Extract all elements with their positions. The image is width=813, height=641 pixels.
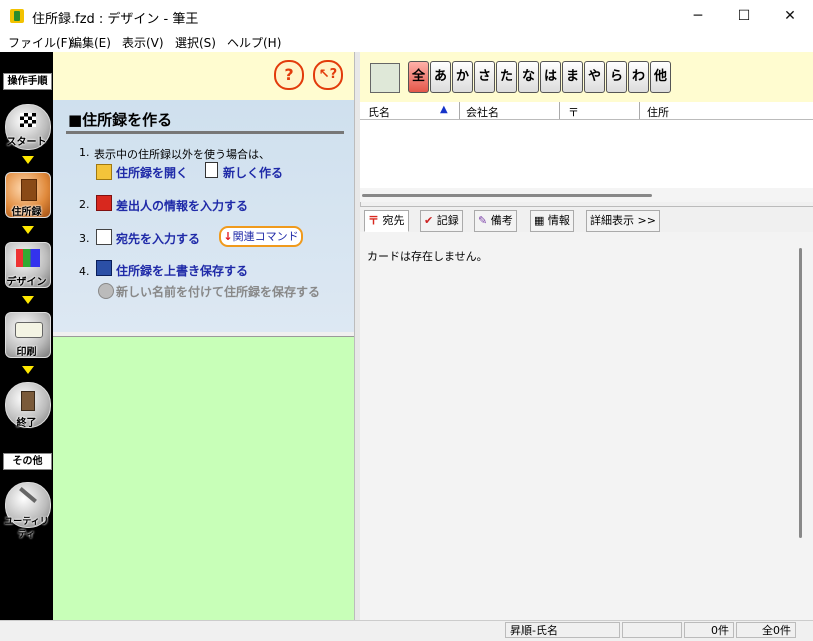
related-commands-button[interactable]: ↓関連コマンド <box>219 226 303 247</box>
vertical-scroll-thumb[interactable] <box>799 248 802 538</box>
address-card-icon[interactable] <box>370 63 400 93</box>
card-panel <box>360 232 813 620</box>
column-name[interactable]: 氏名 <box>368 104 390 120</box>
menu-view[interactable]: 表示(V) <box>122 34 164 51</box>
arrow-down-icon: ↓ <box>223 230 233 243</box>
kana-ma-button[interactable]: ま <box>562 61 583 93</box>
column-divider[interactable] <box>559 102 560 119</box>
notes-pen-icon: ✎ <box>478 214 488 227</box>
menu-help[interactable]: ヘルプ(H) <box>227 34 281 51</box>
sidebar-label-print: 印刷 <box>16 347 37 358</box>
new-document-icon <box>205 162 218 178</box>
kana-ra-button[interactable]: ら <box>606 61 627 93</box>
tab-detail-view[interactable]: 詳細表示 >> <box>586 210 660 232</box>
sidebar-label-address-book: 住所録 <box>11 207 42 218</box>
step1-text: 表示中の住所録以外を使う場合は、 <box>94 148 270 161</box>
column-address[interactable]: 住所 <box>647 104 669 120</box>
save-as-link[interactable]: 新しい名前を付けて住所録を保存する <box>116 283 320 300</box>
sidebar-header-procedure: 操作手順 <box>3 73 52 90</box>
close-button[interactable]: ✕ <box>767 0 813 32</box>
kana-all-button[interactable]: 全 <box>408 61 429 93</box>
arrow-down-icon <box>22 366 34 374</box>
tab-notes-label: 備考 <box>490 214 513 227</box>
kana-ta-button[interactable]: た <box>496 61 517 93</box>
tab-info[interactable]: ▦ 情報 <box>530 210 574 232</box>
menu-edit[interactable]: 編集(E) <box>70 34 111 51</box>
arrow-down-icon <box>22 156 34 164</box>
column-company[interactable]: 会社名 <box>466 104 499 120</box>
open-address-book-link[interactable]: 住所録を開く <box>116 164 188 181</box>
left-bottom-panel <box>53 336 354 621</box>
sidebar-label-design: デザイン <box>6 277 47 288</box>
maximize-button[interactable]: ☐ <box>721 0 767 32</box>
app-icon <box>10 9 24 23</box>
tab-address-label: 宛先 <box>382 214 405 227</box>
column-divider[interactable] <box>459 102 460 119</box>
address-list[interactable] <box>360 120 813 188</box>
tab-address[interactable]: 〒 宛先 <box>364 210 409 232</box>
arrow-down-icon <box>22 296 34 304</box>
design-palette-icon <box>16 249 40 267</box>
sender-info-link[interactable]: 差出人の情報を入力する <box>116 197 248 214</box>
printer-icon <box>15 322 43 338</box>
tab-info-label: 情報 <box>547 214 570 227</box>
save-disk-icon <box>96 260 112 276</box>
list-header <box>360 102 813 120</box>
kana-wa-button[interactable]: わ <box>628 61 649 93</box>
empty-card-message: カードは存在しません。 <box>367 250 488 263</box>
tab-record-label: 記録 <box>436 214 459 227</box>
kana-ya-button[interactable]: や <box>584 61 605 93</box>
status-total: 全0件 <box>736 622 796 638</box>
enter-address-link[interactable]: 宛先を入力する <box>116 230 200 247</box>
tools-icon <box>19 487 37 503</box>
folder-open-icon <box>96 164 112 180</box>
sidebar-label-start: スタート <box>6 137 47 148</box>
kana-na-button[interactable]: な <box>518 61 539 93</box>
minimize-button[interactable]: ─ <box>675 0 721 32</box>
menu-file[interactable]: ファイル(F) <box>8 34 72 51</box>
title-bar: 住所録.fzd : デザイン - 筆王 ─ ☐ ✕ <box>0 0 813 32</box>
related-commands-label: 関連コマンド <box>232 230 299 243</box>
column-postal[interactable]: 〒 <box>568 104 579 120</box>
status-sort-order: 昇順-氏名 <box>505 622 620 638</box>
address-book-icon <box>21 179 37 201</box>
help-button[interactable]: ? <box>274 60 304 90</box>
guide-divider <box>66 131 344 134</box>
kana-sa-button[interactable]: さ <box>474 61 495 93</box>
address-entry-icon <box>96 229 112 245</box>
step4-number: 4. <box>79 265 90 278</box>
pointer-help-button[interactable]: ↖? <box>313 60 343 90</box>
sort-ascending-icon: ▲ <box>440 104 448 115</box>
step2-number: 2. <box>79 198 90 211</box>
status-count: 0件 <box>684 622 734 638</box>
kana-ha-button[interactable]: は <box>540 61 561 93</box>
arrow-down-icon <box>22 226 34 234</box>
horizontal-scroll-thumb[interactable] <box>362 194 652 197</box>
step3-number: 3. <box>79 232 90 245</box>
sender-icon <box>96 195 112 211</box>
kana-ka-button[interactable]: か <box>452 61 473 93</box>
guide-title: ■住所録を作る <box>68 111 173 129</box>
menu-bar: ファイル(F) 編集(E) 表示(V) 選択(S) ヘルプ(H) <box>0 32 813 52</box>
postal-mark-icon: 〒 <box>368 214 379 227</box>
info-grid-icon: ▦ <box>534 214 545 227</box>
step1-number: 1. <box>79 146 90 159</box>
sidebar-label-exit: 終了 <box>16 418 37 429</box>
exit-door-icon <box>21 391 35 411</box>
overwrite-save-link[interactable]: 住所録を上書き保存する <box>116 262 248 279</box>
create-new-link[interactable]: 新しく作る <box>223 164 283 181</box>
record-icon: ✔ <box>424 214 434 227</box>
kana-a-button[interactable]: あ <box>430 61 451 93</box>
sidebar-label-utility: ユーティリティ <box>4 517 49 540</box>
tab-notes[interactable]: ✎ 備考 <box>474 210 517 232</box>
save-as-icon <box>98 283 114 299</box>
window-title: 住所録.fzd : デザイン - 筆王 <box>32 12 199 27</box>
menu-select[interactable]: 選択(S) <box>175 34 216 51</box>
kana-other-button[interactable]: 他 <box>650 61 671 93</box>
status-empty-field <box>622 622 682 638</box>
sidebar-header-other: その他 <box>3 453 52 470</box>
column-divider[interactable] <box>639 102 640 119</box>
tab-record[interactable]: ✔ 記録 <box>420 210 463 232</box>
checkered-flag-icon <box>20 113 36 127</box>
